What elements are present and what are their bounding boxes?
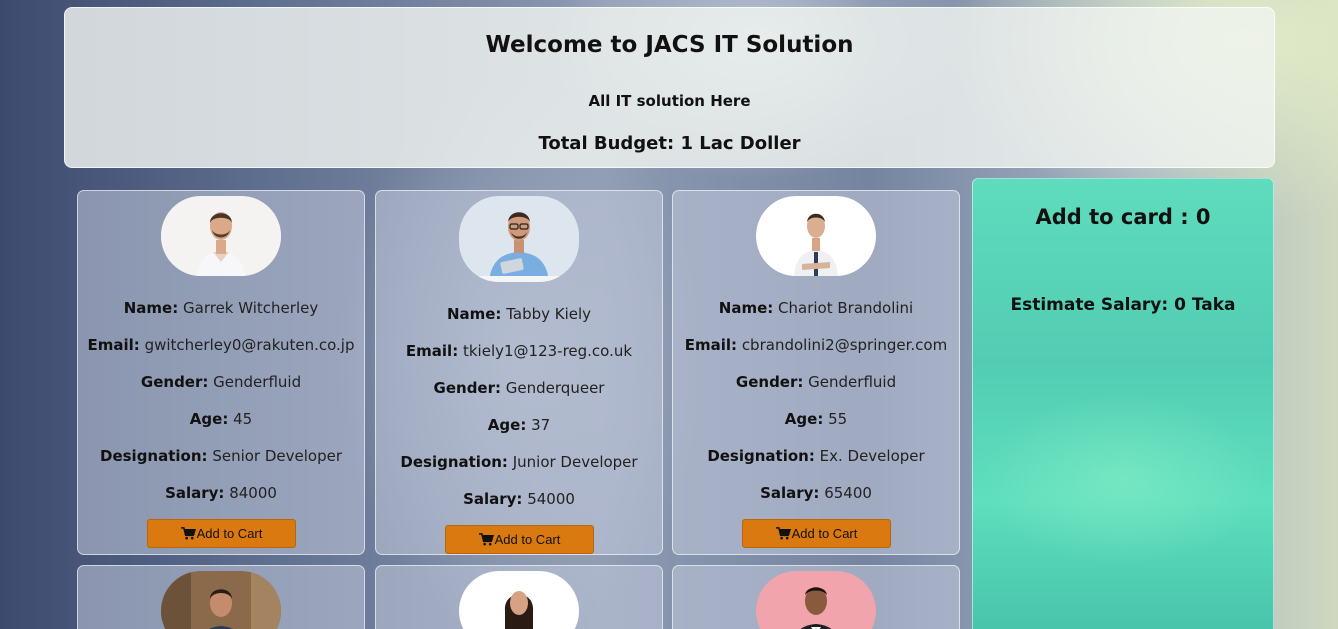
cart-summary-panel: Add to card : 0 Estimate Salary: 0 Taka <box>972 178 1274 629</box>
add-to-cart-button[interactable]: Add to Cart <box>445 525 594 554</box>
employee-card: Name: Garrek Witcherley Email: gwitcherl… <box>77 190 365 555</box>
employee-age: Age: 37 <box>487 416 551 434</box>
employee-photo <box>756 196 876 276</box>
employee-salary: Salary: 84000 <box>165 484 277 502</box>
employee-photo <box>459 196 579 282</box>
cart-count: Add to card : 0 <box>1035 205 1211 229</box>
employee-card <box>77 565 365 629</box>
estimate-salary: Estimate Salary: 0 Taka <box>1010 295 1236 315</box>
header-banner: Welcome to JACS IT Solution All IT solut… <box>64 7 1275 168</box>
employee-name: Name: Chariot Brandolini <box>718 299 914 317</box>
employee-gender: Gender: Genderqueer <box>433 379 605 397</box>
employee-card <box>672 565 960 629</box>
employee-salary: Salary: 65400 <box>760 484 872 502</box>
employee-card: Name: Chariot Brandolini Email: cbrandol… <box>672 190 960 555</box>
employee-designation: Designation: Senior Developer <box>100 447 342 465</box>
add-to-cart-label: Add to Cart <box>494 532 561 547</box>
employee-designation: Designation: Junior Developer <box>400 453 638 471</box>
cart-icon <box>478 533 494 546</box>
employee-gender: Gender: Genderfluid <box>735 373 897 391</box>
employee-name: Name: Tabby Kiely <box>446 305 592 323</box>
employee-email: Email: tkiely1@123-reg.co.uk <box>405 342 633 360</box>
employee-card: Name: Tabby Kiely Email: tkiely1@123-reg… <box>375 190 663 555</box>
add-to-cart-button[interactable]: Add to Cart <box>147 519 296 548</box>
employee-photo <box>161 196 281 276</box>
page-title: Welcome to JACS IT Solution <box>485 32 854 58</box>
employee-name: Name: Garrek Witcherley <box>123 299 319 317</box>
cart-icon <box>775 527 791 540</box>
add-to-cart-label: Add to Cart <box>791 526 858 541</box>
add-to-cart-button[interactable]: Add to Cart <box>742 519 891 548</box>
employee-email: Email: cbrandolini2@springer.com <box>684 336 948 354</box>
employee-age: Age: 55 <box>784 410 848 428</box>
page-subtitle: All IT solution Here <box>588 92 751 110</box>
cart-icon <box>180 527 196 540</box>
employee-email: Email: gwitcherley0@rakuten.co.jp <box>87 336 355 354</box>
employee-photo <box>161 571 281 629</box>
employee-designation: Designation: Ex. Developer <box>707 447 925 465</box>
employee-photo <box>756 571 876 629</box>
employee-age: Age: 45 <box>189 410 253 428</box>
employee-card <box>375 565 663 629</box>
add-to-cart-label: Add to Cart <box>196 526 263 541</box>
employee-salary: Salary: 54000 <box>463 490 575 508</box>
total-budget: Total Budget: 1 Lac Doller <box>538 133 801 154</box>
employee-photo <box>459 571 579 629</box>
employee-gender: Gender: Genderfluid <box>140 373 302 391</box>
